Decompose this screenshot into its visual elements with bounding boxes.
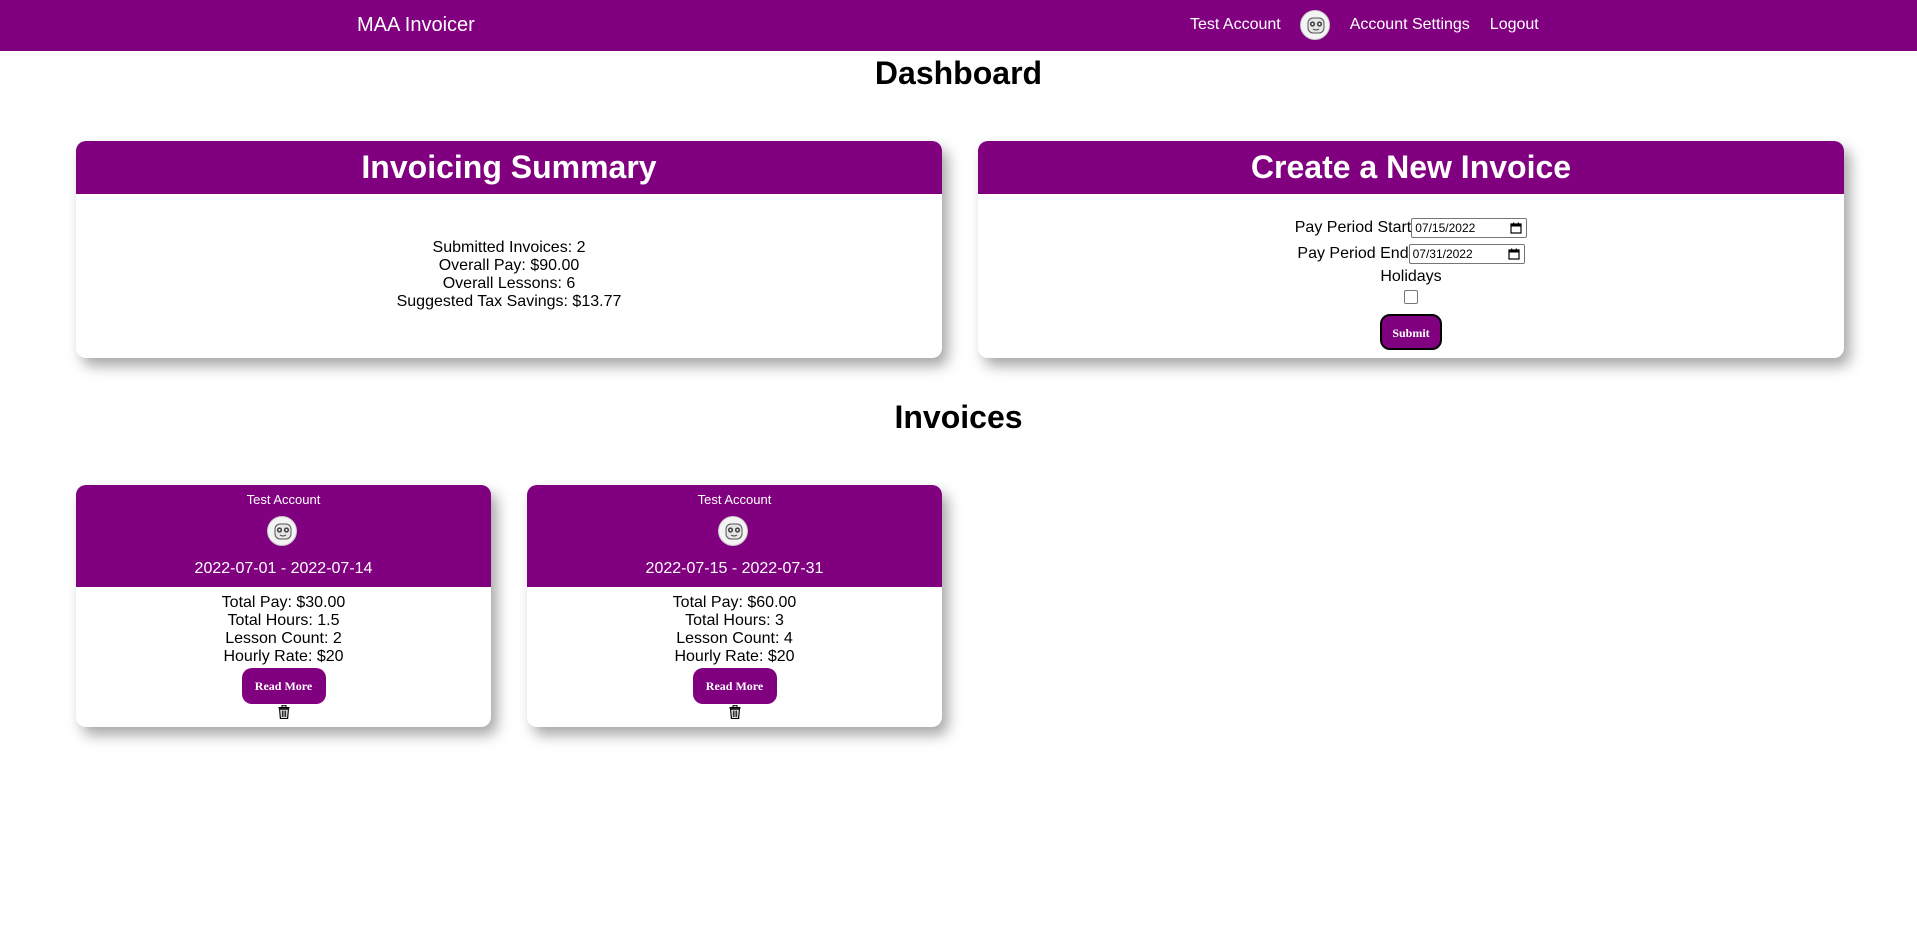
invoice-lesson-count: Lesson Count: 2 [225, 630, 342, 647]
invoice-card-header: Test Account 2022-07-15 - 2022-07-31 [527, 485, 942, 587]
invoice-card-header: Test Account 2022-07-01 - 2022-07-14 [76, 485, 491, 587]
pay-period-start-value: 07/15/2022 [1415, 221, 1476, 235]
read-more-button[interactable]: Read More [241, 668, 326, 704]
submit-button[interactable]: Submit [1380, 314, 1442, 350]
create-invoice-form: Pay Period Start 07/15/2022 Pay Period E… [978, 194, 1844, 350]
pay-period-end-label: Pay Period End [1297, 245, 1409, 262]
holidays-checkbox[interactable] [1404, 290, 1418, 304]
top-navbar: MAA Invoicer Test Account Account Settin… [0, 0, 1917, 51]
pay-period-start-label: Pay Period Start [1294, 219, 1412, 236]
invoice-card-body: Total Pay: $30.00 Total Hours: 1.5 Lesso… [76, 587, 491, 719]
account-settings-link[interactable]: Account Settings [1350, 16, 1470, 34]
robot-avatar-icon[interactable] [1299, 10, 1330, 40]
pay-period-end-input[interactable]: 07/31/2022 [1408, 244, 1525, 264]
invoice-card: Test Account 2022-07-15 - 2022-07-31 Tot… [527, 485, 942, 727]
trash-icon[interactable] [278, 705, 290, 719]
nav-account-name[interactable]: Test Account [1190, 16, 1281, 34]
invoice-account-name: Test Account [697, 492, 772, 507]
tax-savings-text: Suggested Tax Savings: $13.77 [396, 293, 622, 310]
submitted-invoices-text: Submitted Invoices: 2 [432, 239, 586, 256]
brand-link[interactable]: MAA Invoicer [357, 14, 475, 37]
pay-period-start-input[interactable]: 07/15/2022 [1411, 218, 1528, 238]
overall-lessons-text: Overall Lessons: 6 [442, 275, 576, 292]
invoice-period: 2022-07-01 - 2022-07-14 [194, 560, 373, 577]
invoice-total-hours: Total Hours: 3 [685, 612, 784, 629]
invoice-hourly-rate: Hourly Rate: $20 [223, 648, 344, 665]
summary-body: Submitted Invoices: 2 Overall Pay: $90.0… [76, 194, 942, 311]
robot-avatar-icon [718, 516, 748, 546]
calendar-icon[interactable] [1507, 248, 1520, 260]
page-title: Dashboard [874, 55, 1043, 91]
read-more-button[interactable]: Read More [692, 668, 777, 704]
invoice-lesson-count: Lesson Count: 4 [676, 630, 793, 647]
invoice-period: 2022-07-15 - 2022-07-31 [645, 560, 824, 577]
holidays-label: Holidays [1380, 268, 1442, 285]
pay-period-start-row: Pay Period Start 07/15/2022 [978, 215, 1844, 241]
invoicing-summary-panel: Invoicing Summary Submitted Invoices: 2 … [76, 141, 942, 358]
robot-avatar-icon [267, 516, 297, 546]
trash-icon[interactable] [729, 705, 741, 719]
nav-right: Test Account Account Settings Logout [1190, 8, 1539, 42]
invoice-card: Test Account 2022-07-01 - 2022-07-14 Tot… [76, 485, 491, 727]
invoice-card-body: Total Pay: $60.00 Total Hours: 3 Lesson … [527, 587, 942, 719]
summary-title: Invoicing Summary [76, 141, 942, 194]
invoice-total-pay: Total Pay: $60.00 [672, 594, 797, 611]
pay-period-end-value: 07/31/2022 [1412, 247, 1473, 261]
invoices-heading: Invoices [894, 399, 1023, 435]
create-invoice-panel: Create a New Invoice Pay Period Start 07… [978, 141, 1844, 358]
logout-link[interactable]: Logout [1490, 16, 1539, 34]
invoice-account-name: Test Account [246, 492, 321, 507]
create-invoice-title: Create a New Invoice [978, 141, 1844, 194]
invoice-total-hours: Total Hours: 1.5 [227, 612, 340, 629]
pay-period-end-row: Pay Period End 07/31/2022 [978, 241, 1844, 267]
overall-pay-text: Overall Pay: $90.00 [438, 257, 580, 274]
invoice-total-pay: Total Pay: $30.00 [221, 594, 346, 611]
invoice-hourly-rate: Hourly Rate: $20 [674, 648, 795, 665]
calendar-icon[interactable] [1510, 222, 1522, 234]
